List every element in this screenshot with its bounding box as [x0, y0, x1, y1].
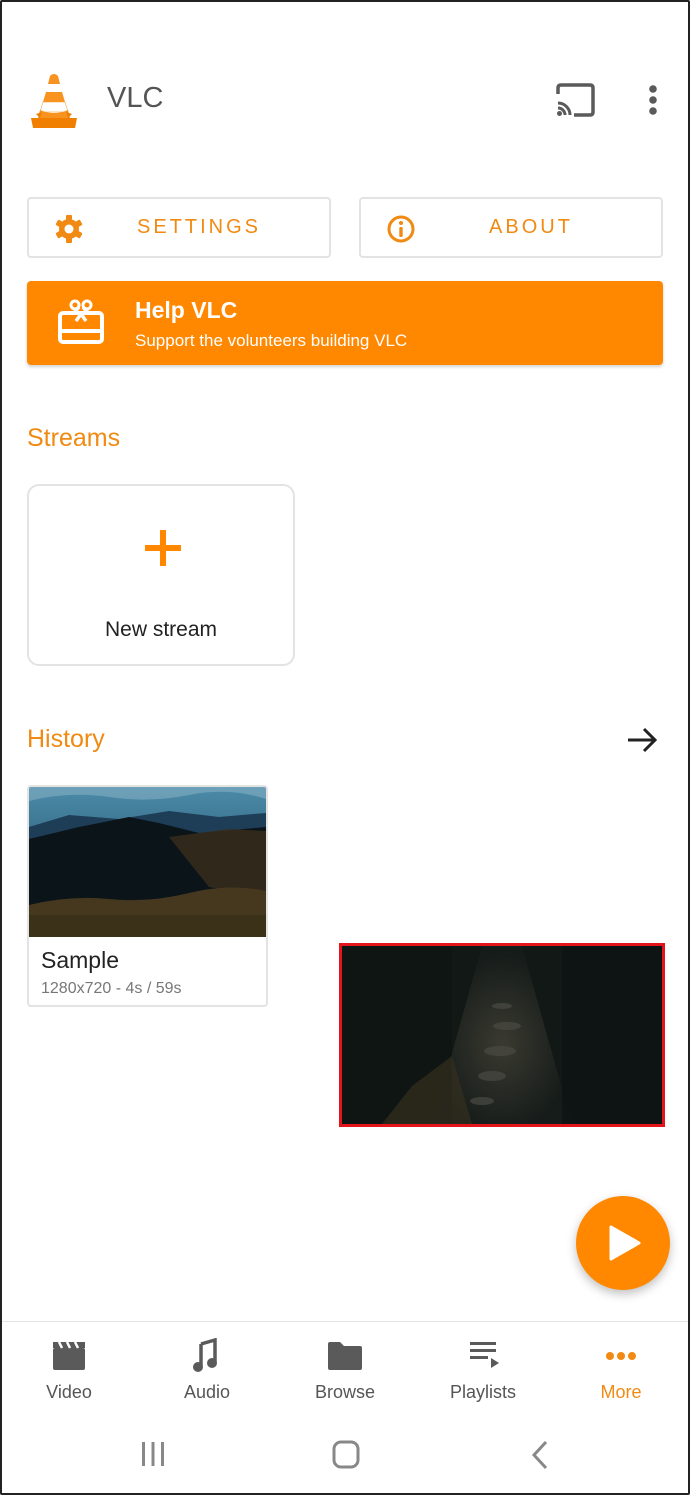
nav-label-playlists: Playlists: [449, 1382, 516, 1402]
plus-icon: [145, 530, 181, 566]
new-stream-card[interactable]: New stream: [27, 484, 295, 666]
help-vlc-banner[interactable]: Help VLC Support the volunteers building…: [27, 281, 663, 365]
nav-label-more: More: [600, 1382, 642, 1402]
history-see-all-button[interactable]: [624, 724, 660, 756]
cast-button[interactable]: [552, 80, 598, 120]
overflow-menu-button[interactable]: [640, 80, 666, 120]
settings-button[interactable]: SETTINGS: [27, 197, 331, 258]
nav-tab-audio[interactable]: Audio: [138, 1322, 276, 1420]
pip-video-player[interactable]: [339, 943, 665, 1127]
clapperboard-icon: [53, 1341, 85, 1370]
more-vert-icon: [649, 85, 657, 115]
folder-icon: [328, 1342, 362, 1370]
about-label: ABOUT: [489, 216, 573, 238]
music-note-icon: [193, 1338, 217, 1372]
more-horiz-icon: [606, 1352, 636, 1360]
home-icon: [332, 1440, 360, 1469]
app-bar: VLC: [0, 62, 690, 142]
nav-tab-browse[interactable]: Browse: [276, 1322, 414, 1420]
cast-icon: [556, 83, 595, 117]
app-title: VLC: [107, 82, 164, 114]
help-banner-title: Help VLC: [135, 297, 238, 323]
vlc-cone-icon: [31, 74, 77, 128]
bottom-navigation: Video Audio Browse Playlists More: [0, 1321, 690, 1419]
nav-tab-more[interactable]: More: [552, 1322, 690, 1420]
playlist-play-icon: [470, 1342, 499, 1368]
history-section-title: History: [27, 725, 105, 753]
nav-tab-playlists[interactable]: Playlists: [414, 1322, 552, 1420]
help-banner-subtitle: Support the volunteers building VLC: [135, 331, 408, 350]
recents-icon: [142, 1442, 164, 1466]
video-frame: [342, 946, 662, 1124]
play-icon: [609, 1225, 641, 1261]
gift-card-icon: [58, 299, 104, 344]
arrow-right-icon: [628, 727, 658, 753]
history-item-title: Sample: [41, 947, 119, 973]
home-button[interactable]: [324, 1436, 368, 1476]
nav-tab-video[interactable]: Video: [0, 1322, 138, 1420]
play-fab-button[interactable]: [576, 1196, 670, 1290]
about-button[interactable]: ABOUT: [359, 197, 663, 258]
back-icon: [531, 1440, 548, 1470]
nav-label-browse: Browse: [314, 1382, 376, 1402]
history-item-meta: 1280x720 - 4s / 59s: [41, 980, 182, 997]
nav-label-audio: Audio: [183, 1382, 231, 1402]
settings-label: SETTINGS: [136, 216, 261, 238]
streams-section-title: Streams: [27, 424, 121, 452]
nav-label-video: Video: [46, 1382, 92, 1402]
back-button[interactable]: [518, 1436, 562, 1476]
new-stream-label: New stream: [104, 618, 218, 641]
video-thumbnail: [29, 787, 266, 937]
history-item[interactable]: Sample 1280x720 - 4s / 59s: [27, 785, 268, 1007]
system-navigation-bar: [0, 1420, 690, 1495]
recents-button[interactable]: [131, 1436, 175, 1476]
action-buttons-row: SETTINGS ABOUT: [27, 197, 663, 258]
